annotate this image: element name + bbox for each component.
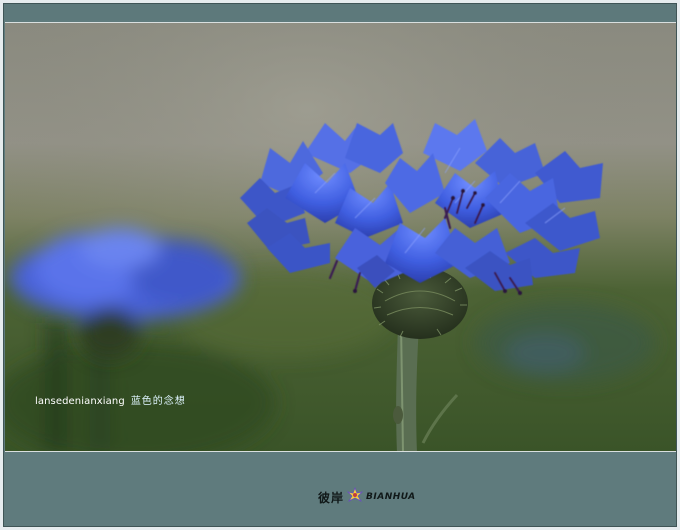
site-logo: 彼岸 BIANHUA: [318, 486, 418, 508]
flower-logo-icon: [346, 486, 364, 508]
top-border-strip: [4, 4, 676, 20]
watermark-author: lansedenianxiang: [35, 396, 125, 407]
picture-frame: lansedenianxiang 蓝色的念想 彼岸 BIANHUA: [3, 3, 677, 527]
photographer-watermark: lansedenianxiang 蓝色的念想: [35, 392, 186, 407]
photo-canvas: [5, 23, 676, 451]
logo-text-cn: 彼岸: [318, 490, 345, 505]
watermark-author-cn: 蓝色的念想: [130, 396, 186, 407]
cornflower-photo: lansedenianxiang 蓝色的念想: [5, 22, 676, 452]
bottom-band: 彼岸 BIANHUA: [4, 454, 676, 526]
logo-text-latin: BIANHUA: [366, 492, 416, 502]
